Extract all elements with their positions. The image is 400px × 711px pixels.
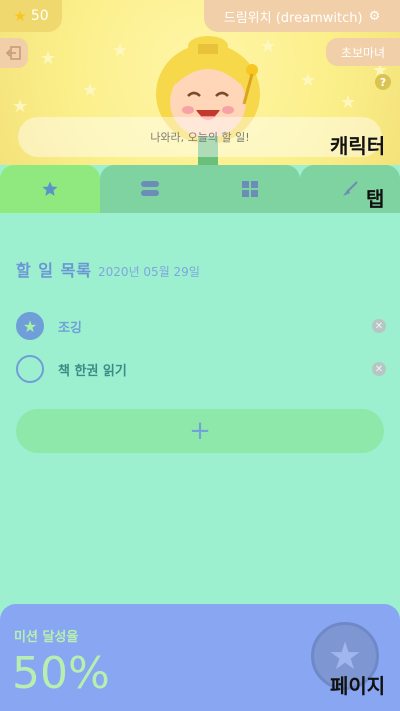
- background-star-icon: ★: [40, 48, 57, 69]
- coin-counter: ★ 50: [0, 0, 62, 32]
- mission-label: 미션 달성율: [14, 630, 79, 645]
- help-icon: ?: [379, 75, 387, 89]
- tab-broom[interactable]: [300, 165, 400, 213]
- grid-icon: [242, 181, 258, 197]
- todo-title: 할 일 목록: [16, 261, 93, 280]
- exit-icon: [6, 46, 21, 60]
- remove-task-icon[interactable]: ✕: [372, 362, 386, 376]
- mission-percentage: 50%: [12, 648, 110, 699]
- task-item[interactable]: 책 한권 읽기 ✕: [16, 353, 386, 385]
- task-item[interactable]: ★ 조깅 ✕: [16, 310, 386, 342]
- tab-grid[interactable]: [200, 165, 300, 213]
- speech-text: 나와라, 오늘의 할 일!: [150, 131, 250, 144]
- task-label: 조깅: [58, 320, 82, 336]
- background-star-icon: ★: [12, 96, 29, 117]
- speech-bubble: 나와라, 오늘의 할 일!: [18, 117, 382, 157]
- plus-icon: +: [189, 416, 211, 446]
- rank-label: 초보마녀: [340, 45, 386, 60]
- rank-badge: 초보마녀: [326, 38, 400, 66]
- background-star-icon: ★: [340, 92, 357, 113]
- character-area: ★ ★ ★ ★ ★ ★ ★ ★ ★ 50 드림위치 (dreamwitch) ⚙…: [0, 0, 400, 165]
- annotation-tab: 탭: [366, 187, 385, 211]
- mission-panel: 미션 달성율 50% ★ 페이지: [0, 604, 400, 711]
- settings-gear-icon[interactable]: ⚙: [369, 9, 381, 24]
- check-star-icon: ★: [22, 316, 38, 336]
- tab-toggle[interactable]: [100, 165, 200, 213]
- background-star-icon: ★: [112, 40, 129, 61]
- annotation-character: 캐릭터: [330, 134, 386, 158]
- task-checkbox[interactable]: ★: [16, 312, 44, 340]
- toggle-icon: [141, 181, 159, 196]
- background-star-icon: ★: [300, 70, 317, 91]
- exit-button[interactable]: [0, 38, 28, 68]
- coin-count: 50: [30, 8, 49, 24]
- task-label: 책 한권 읽기: [58, 363, 127, 379]
- tab-todo[interactable]: [0, 165, 100, 213]
- background-star-icon: ★: [82, 80, 99, 101]
- help-button[interactable]: ?: [375, 74, 391, 90]
- task-checkbox[interactable]: [16, 355, 44, 383]
- todo-date: 2020년 05월 29일: [98, 265, 200, 279]
- add-task-button[interactable]: +: [16, 409, 384, 453]
- remove-task-icon[interactable]: ✕: [372, 319, 386, 333]
- user-name: 드림위치 (dreamwitch): [223, 10, 363, 26]
- tab-bar: 탭: [0, 165, 400, 213]
- todo-header: 할 일 목록 2020년 05월 29일: [16, 257, 200, 281]
- star-icon: [42, 181, 58, 196]
- coin-star-icon: ★: [13, 7, 27, 25]
- annotation-page: 페이지: [330, 674, 386, 698]
- broom-icon: [343, 181, 358, 196]
